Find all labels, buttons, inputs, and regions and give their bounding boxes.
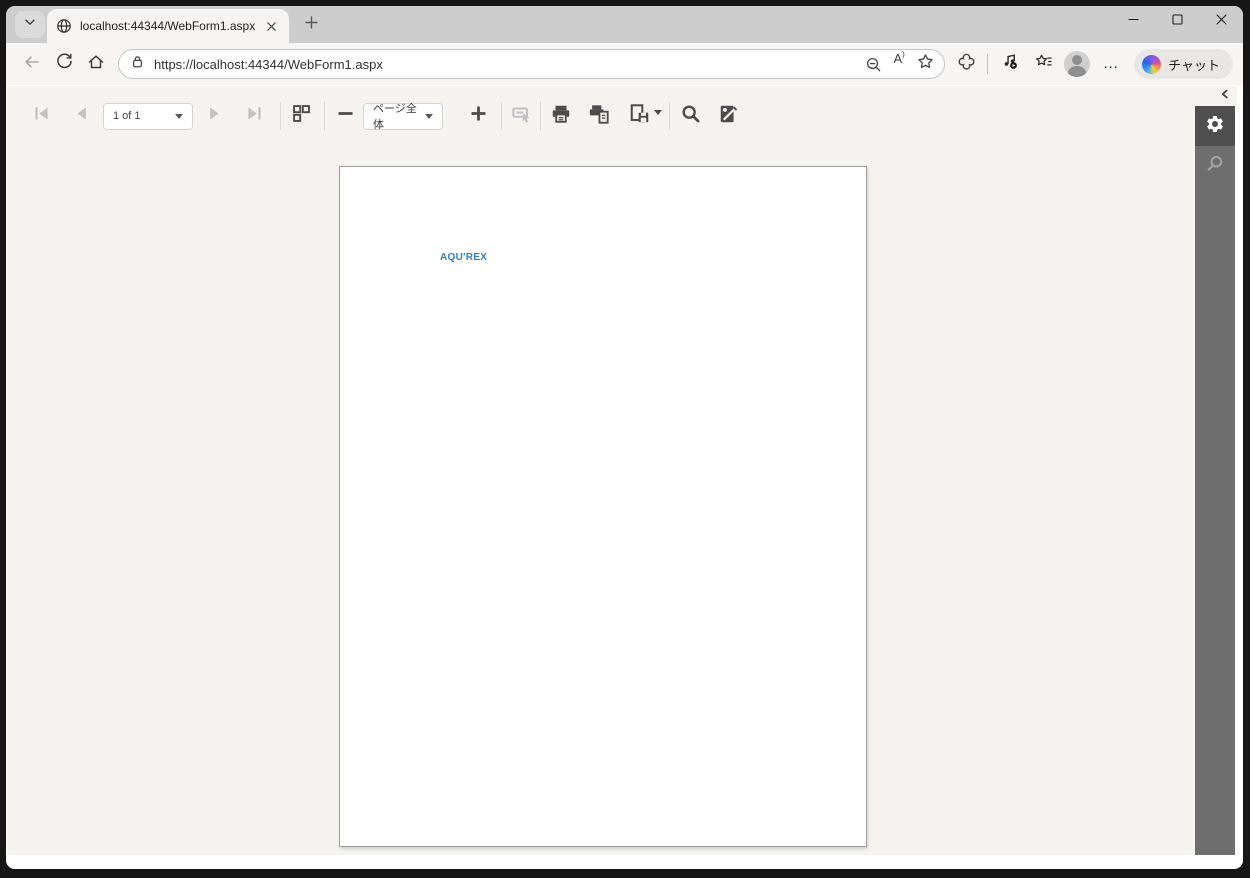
export-button[interactable] [629, 103, 662, 130]
last-page-button[interactable] [242, 104, 266, 128]
page-indicator: 1 of 1 [113, 110, 141, 122]
print-page-button[interactable] [587, 104, 611, 128]
minimize-button[interactable] [1111, 6, 1155, 38]
next-page-icon [204, 103, 225, 129]
document-edit-icon [718, 103, 740, 130]
parameters-tab-button[interactable] [1195, 106, 1235, 146]
address-bar[interactable]: https://localhost:44344/WebForm1.aspx A) [118, 49, 946, 79]
clover-icon [957, 52, 976, 76]
previous-page-icon [71, 103, 92, 129]
search-icon [680, 103, 702, 130]
read-aloud-button[interactable]: A) [886, 50, 912, 77]
editing-fields-icon [511, 103, 533, 130]
multipage-icon [291, 103, 312, 129]
refresh-icon [56, 53, 73, 75]
favorites-button[interactable] [1029, 50, 1057, 78]
settings-and-more-button[interactable]: … [1097, 50, 1125, 78]
browser-essentials-button[interactable] [952, 50, 980, 78]
viewer-side-rail [1195, 106, 1235, 855]
print-button[interactable] [549, 104, 573, 128]
dropdown-caret-icon [175, 113, 183, 119]
tab-title: localhost:44344/WebForm1.aspx [80, 19, 256, 33]
page-selector-dropdown[interactable]: 1 of 1 [103, 102, 193, 130]
minus-icon [335, 103, 356, 129]
toolbar-separator [540, 102, 541, 130]
maximize-icon [1171, 13, 1184, 31]
plus-icon [468, 103, 489, 129]
browser-tab[interactable]: localhost:44344/WebForm1.aspx [47, 9, 289, 43]
refresh-button[interactable] [50, 50, 78, 78]
first-page-button[interactable] [29, 104, 53, 128]
titlebar: localhost:44344/WebForm1.aspx [6, 6, 1243, 43]
back-arrow-icon [23, 53, 41, 76]
globe-favicon-icon [56, 18, 72, 34]
last-page-icon [244, 103, 265, 129]
ellipsis-icon: … [1102, 55, 1120, 72]
first-page-icon [31, 103, 52, 129]
zoom-level-dropdown[interactable]: ページ全体 [363, 102, 443, 131]
lock-icon [130, 54, 145, 74]
copilot-chat-button[interactable]: チャット [1134, 49, 1233, 79]
home-button[interactable] [82, 50, 110, 78]
page-content: 1 of 1 ページ全体 AQU'REX [6, 85, 1243, 869]
company-logo: AQU'REX [440, 252, 488, 263]
music-note-icon [1000, 52, 1019, 76]
report-toolbar: 1 of 1 ページ全体 [29, 101, 741, 131]
magnifier-icon [1205, 153, 1226, 179]
panel-collapse-row [1194, 86, 1237, 106]
printer-icon [550, 103, 572, 130]
url-text: https://localhost:44344/WebForm1.aspx [154, 56, 383, 72]
favorite-this-page-button[interactable] [912, 51, 938, 77]
profile-avatar[interactable] [1064, 51, 1091, 77]
multipage-view-button[interactable] [289, 104, 313, 128]
zoom-out-button[interactable] [333, 104, 357, 128]
next-page-button[interactable] [202, 104, 226, 128]
zoom-in-button[interactable] [466, 104, 490, 128]
copilot-label: チャット [1168, 57, 1220, 73]
minimize-icon [1127, 13, 1140, 31]
edit-document-button[interactable] [717, 104, 741, 128]
media-controls-button[interactable] [995, 50, 1023, 78]
gear-icon [1205, 114, 1225, 139]
toolbar-separator [324, 102, 325, 130]
read-aloud-icon: A [893, 51, 903, 66]
panel-collapse-button[interactable] [1219, 87, 1231, 105]
plus-icon [304, 15, 319, 35]
new-tab-button[interactable] [299, 13, 323, 37]
printer-page-icon [588, 103, 610, 130]
search-button[interactable] [679, 104, 703, 128]
toolbar-divider [987, 54, 989, 74]
star-lines-icon [1034, 52, 1053, 76]
previous-page-button[interactable] [69, 104, 93, 128]
toolbar-separator [501, 102, 502, 130]
report-document-page: AQU'REX [339, 166, 867, 847]
tab-search-button[interactable] [15, 11, 45, 38]
browser-window: localhost:44344/WebForm1.aspx https://lo… [6, 6, 1243, 869]
browser-nav-toolbar: https://localhost:44344/WebForm1.aspx A) [6, 43, 1243, 85]
window-controls [1111, 6, 1243, 38]
back-button[interactable] [18, 50, 46, 78]
star-icon [917, 53, 934, 75]
dropdown-caret-icon [425, 113, 433, 119]
dropdown-caret-icon [653, 109, 662, 115]
report-viewer: 1 of 1 ページ全体 AQU'REX [7, 86, 1195, 855]
toolbar-separator [280, 102, 281, 130]
close-icon [1215, 13, 1228, 31]
home-icon [87, 53, 105, 76]
zoom-value: ページ全体 [373, 103, 417, 131]
toolbar-separator [669, 102, 670, 130]
search-tab-button[interactable] [1195, 146, 1235, 186]
copilot-logo-icon [1142, 54, 1162, 74]
maximize-button[interactable] [1155, 6, 1199, 38]
zoom-out-page-button[interactable] [860, 51, 886, 77]
tab-close-icon[interactable] [262, 17, 280, 35]
chevron-down-icon [23, 15, 37, 34]
highlight-editing-fields-button[interactable] [510, 104, 534, 128]
export-icon [629, 103, 651, 130]
close-button[interactable] [1199, 6, 1243, 38]
